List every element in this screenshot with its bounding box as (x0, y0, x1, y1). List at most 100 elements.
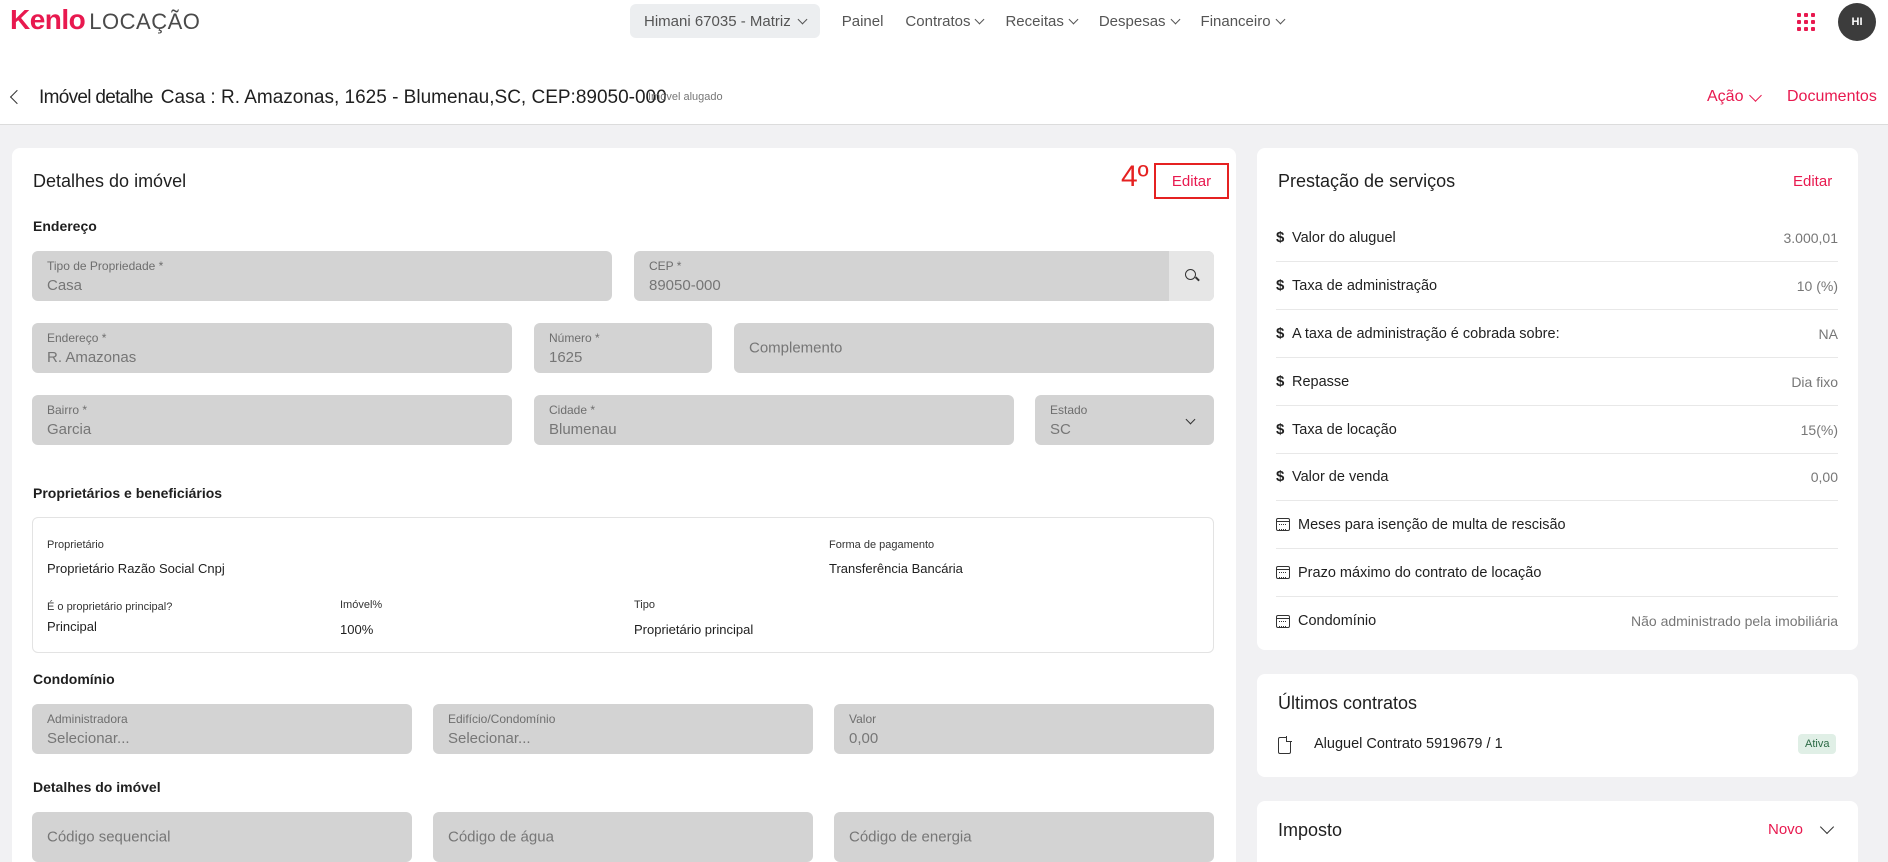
field-label: Administradora (47, 712, 128, 726)
service-label: Meses para isenção de multa de rescisão (1298, 516, 1566, 533)
sequential-code-field[interactable]: Código sequencial (32, 812, 412, 862)
service-row-sale-value: $ Valor de venda 0,00 (1276, 453, 1838, 501)
main-owner-label: É o proprietário principal? (47, 601, 173, 613)
address-field[interactable]: Endereço * R. Amazonas (32, 323, 512, 373)
service-label: Repasse (1292, 373, 1350, 390)
chevron-down-icon (1068, 14, 1079, 24)
service-label: A taxa de administração é cobrada sobre: (1292, 325, 1560, 342)
nav-item-label: Contratos (905, 12, 971, 30)
contract-link[interactable]: Aluguel Contrato 5919679 / 1 (1314, 736, 1503, 752)
back-arrow-icon[interactable] (9, 89, 25, 105)
calendar-icon (1276, 614, 1290, 628)
cep-field[interactable]: CEP * 89050-000 (634, 251, 1214, 301)
branch-label: Himani 67035 - Matriz (644, 12, 791, 30)
edit-services-button[interactable]: Editar (1793, 173, 1832, 190)
page-title-prefix: Imóvel detalhe (39, 87, 153, 108)
chevron-down-icon (1185, 414, 1196, 425)
cep-search-button[interactable] (1169, 251, 1214, 301)
city-field[interactable]: Cidade * Blumenau (534, 395, 1014, 445)
address-section-label: Endereço (33, 218, 97, 234)
apps-grid-icon[interactable] (1797, 13, 1815, 31)
service-label: Condomínio (1298, 613, 1377, 629)
calendar-icon (1276, 566, 1290, 579)
step-marker: 4º (1121, 160, 1149, 193)
number-field[interactable]: Número * 1625 (534, 323, 712, 373)
service-row-max-term: Prazo máximo do contrato de locação (1276, 549, 1838, 597)
field-placeholder: Complemento (749, 339, 843, 357)
dollar-icon: $ (1276, 325, 1285, 342)
service-value: 3.000,01 (1783, 229, 1839, 246)
service-value: 10 (%) (1796, 277, 1838, 294)
service-label: Prazo máximo do contrato de locação (1298, 564, 1542, 581)
state-select[interactable]: Estado SC (1035, 395, 1214, 445)
field-value: R. Amazonas (47, 349, 137, 366)
field-label: Tipo de Propriedade * (47, 259, 164, 273)
chevron-down-icon (1749, 88, 1763, 102)
neighborhood-field[interactable]: Bairro * Garcia (32, 395, 512, 445)
payment-method-value: Transferência Bancária (829, 561, 963, 576)
field-label: Edifício/Condomínio (448, 712, 556, 726)
service-value: Não administrado pela imobiliária (1631, 613, 1838, 629)
service-value: Dia fixo (1791, 373, 1838, 390)
water-code-field[interactable]: Código de água (433, 812, 813, 862)
edit-property-button[interactable]: Editar (1154, 163, 1229, 199)
field-placeholder: Código de água (448, 828, 554, 846)
top-navbar: Kenlo LOCAÇÃO Himani 67035 - Matriz Pain… (0, 0, 1888, 44)
user-avatar[interactable]: HI (1838, 3, 1876, 41)
logo-brand: Kenlo (10, 4, 86, 35)
field-label: Bairro * (47, 403, 88, 417)
complement-field[interactable]: Complemento (734, 323, 1214, 373)
service-label: Valor do aluguel (1292, 229, 1396, 246)
administrator-select[interactable]: Administradora Selecionar... (32, 704, 412, 754)
service-label: Valor de venda (1292, 468, 1389, 485)
service-label: Taxa de administração (1292, 277, 1438, 294)
nav-item-financeiro[interactable]: Financeiro (1200, 12, 1286, 30)
dollar-icon: $ (1276, 468, 1285, 485)
nav-item-receitas[interactable]: Receitas (1005, 12, 1079, 30)
kenlo-logo[interactable]: Kenlo LOCAÇÃO (10, 4, 200, 36)
service-row-condominium: Condomínio Não administrado pela imobili… (1276, 597, 1838, 645)
property-type-field[interactable]: Tipo de Propriedade * Casa (32, 251, 612, 301)
dollar-icon: $ (1276, 277, 1285, 294)
field-placeholder: Código sequencial (47, 828, 171, 846)
chevron-down-icon (1170, 14, 1180, 24)
owner-type-label: Tipo (634, 599, 655, 611)
chevron-down-icon (797, 14, 808, 24)
page-header: Imóvel detalhe Casa : R. Amazonas, 1625 … (0, 44, 1888, 125)
chevron-down-icon (975, 14, 985, 24)
condo-value-field[interactable]: Valor 0,00 (834, 704, 1214, 754)
services-title: Prestação de serviços (1278, 171, 1456, 191)
dollar-icon: $ (1276, 373, 1285, 390)
nav-item-label: Painel (841, 12, 884, 30)
energy-code-field[interactable]: Código de energia (834, 812, 1214, 862)
property-details-section-label: Detalhes do imóvel (33, 779, 161, 795)
service-value: 0,00 (1810, 468, 1838, 485)
action-menu-button[interactable]: Ação (1707, 88, 1763, 106)
new-tax-button[interactable]: Novo (1768, 821, 1803, 838)
owners-section-label: Proprietários e beneficiários (33, 485, 223, 501)
service-row-transfer: $ Repasse Dia fixo (1276, 358, 1838, 406)
nav-item-painel[interactable]: Painel (842, 13, 884, 30)
chevron-down-icon (1275, 14, 1286, 24)
field-value: 89050-000 (649, 277, 721, 294)
building-select[interactable]: Edifício/Condomínio Selecionar... (433, 704, 813, 754)
field-label: Cidade * (549, 403, 596, 417)
service-row-admin-fee-basis: $ A taxa de administração é cobrada sobre… (1276, 310, 1838, 358)
nav-item-label: Receitas (1005, 12, 1064, 30)
owner-summary-box (32, 517, 1214, 653)
status-badge: Ativa (1798, 734, 1837, 754)
field-value: 0,00 (849, 730, 879, 747)
nav-item-label: Financeiro (1200, 12, 1271, 30)
main-menu: Himani 67035 - Matriz Painel Contratos R… (630, 4, 1286, 38)
field-value: Casa (47, 277, 83, 294)
payment-method-label: Forma de pagamento (829, 539, 935, 551)
field-value: Selecionar... (47, 730, 130, 747)
logo-product: LOCAÇÃO (89, 9, 201, 34)
service-row-penalty-exemption: Meses para isenção de multa de rescisão (1276, 501, 1838, 549)
owner-type-value: Proprietário principal (634, 622, 754, 637)
documents-button[interactable]: Documentos (1787, 88, 1877, 106)
nav-item-despesas[interactable]: Despesas (1099, 13, 1180, 30)
latest-contracts-title: Últimos contratos (1278, 693, 1418, 713)
nav-item-contratos[interactable]: Contratos (905, 12, 985, 30)
branch-selector[interactable]: Himani 67035 - Matriz (630, 4, 820, 38)
